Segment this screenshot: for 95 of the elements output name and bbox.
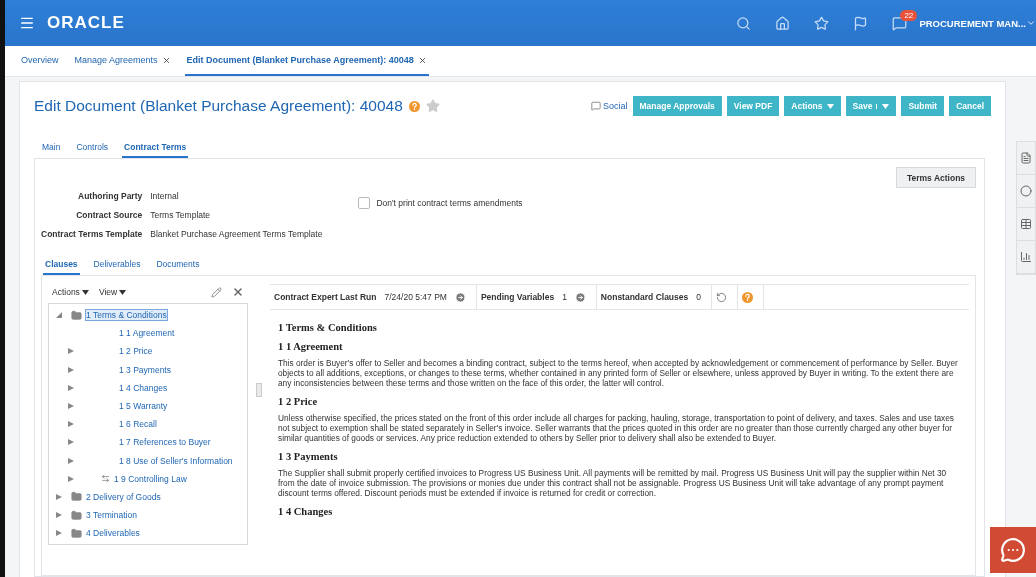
field-label: Authoring Party xyxy=(77,191,143,201)
star-icon[interactable] xyxy=(814,15,830,31)
chat-button[interactable] xyxy=(990,527,1036,573)
status-value: 0 xyxy=(696,292,701,302)
tree-item[interactable]: 3 Termination xyxy=(86,510,137,521)
section-tab[interactable]: Main xyxy=(40,138,63,158)
caret-icon[interactable] xyxy=(81,289,89,295)
clause-heading: 1 4 Changes xyxy=(278,506,334,517)
delete-icon[interactable] xyxy=(232,286,244,298)
expand-icon[interactable] xyxy=(68,421,74,428)
expand-icon[interactable] xyxy=(68,439,74,446)
folder-icon xyxy=(71,491,82,503)
folder-icon xyxy=(71,527,82,539)
tree-item[interactable]: 1 7 References to Buyer xyxy=(119,437,211,448)
section-tab[interactable]: Contract Terms xyxy=(122,138,189,158)
user-menu[interactable]: PROCUREMENT MAN... xyxy=(919,17,1026,29)
close-icon[interactable] xyxy=(161,55,171,65)
checkbox-label: Don't print contract terms amendments xyxy=(376,198,523,208)
clause-text: The Supplier shall submit properly certified invoices to Progress US Business Unit. All payments will be remitted by mail. Progress US Business Unit will pay the supplier within Net 30 from the date of invoice submission. The provisions or monies due under this contract shall not be assignable. Progress US Business Unit will take advantage of any prompt payment discount terms offered. Discount periods must be extended if invoice is returned for credit or correction. xyxy=(278,468,948,498)
field-value: Blanket Purchase Agreement Terms Template xyxy=(150,229,323,239)
menu-icon[interactable] xyxy=(19,15,35,31)
field-label: Contract Source xyxy=(75,210,143,220)
expand-icon[interactable] xyxy=(56,512,62,519)
clause-heading: 1 3 Payments xyxy=(278,451,339,462)
tree-item[interactable]: 1 Terms & Conditions xyxy=(86,310,167,321)
page-title: Edit Document (Blanket Purchase Agreement): 40048 xyxy=(34,97,403,115)
expand-icon[interactable] xyxy=(56,493,62,500)
clause-text: Unless otherwise specified, the prices stated on the front of this order include all charges for packing, hauling, storage, transportation to point of delivery, and taxes. Sales and use taxes not subject to exemption shall be stated separately in Seller's invoice. Seller warrants that the prices quoted in this order are no greater than those currently charged any other buyer for similar quantities of goods or services. Any price reduction extended to others by Seller prior to delivery shall also be extended to Buyer. xyxy=(278,413,955,443)
page-tab[interactable]: Manage Agreements xyxy=(72,46,173,76)
section-tab[interactable]: Controls xyxy=(74,138,111,158)
go-icon[interactable] xyxy=(454,291,466,303)
sub-tab[interactable]: Documents xyxy=(154,255,202,275)
tree-item[interactable]: 2 Delivery of Goods xyxy=(86,491,161,502)
terms-actions-button[interactable]: Terms Actions xyxy=(895,167,977,188)
status-label: Nonstandard Clauses xyxy=(600,292,689,302)
tree-item[interactable]: 1 3 Payments xyxy=(119,364,171,375)
document-icon[interactable] xyxy=(1020,152,1033,164)
field-value: Terms Template xyxy=(150,210,212,220)
collapse-handle[interactable] xyxy=(256,382,262,397)
clause-heading: 1 Terms & Conditions xyxy=(278,322,378,333)
folder-icon xyxy=(71,509,82,521)
search-icon[interactable] xyxy=(736,15,752,31)
expand-icon[interactable] xyxy=(68,348,74,355)
tree-item[interactable]: 4 Deliverables xyxy=(86,528,140,539)
star-icon[interactable] xyxy=(425,99,440,113)
tree-item[interactable]: 1 9 Controlling Law xyxy=(114,473,187,484)
expand-icon[interactable] xyxy=(68,457,74,464)
chat-icon xyxy=(591,101,601,111)
checkbox[interactable] xyxy=(358,197,371,209)
page-tab[interactable]: Overview xyxy=(19,46,61,76)
home-icon[interactable] xyxy=(775,15,791,31)
notification-count: 22 xyxy=(900,9,918,21)
field-value: Internal xyxy=(150,191,180,201)
close-icon[interactable] xyxy=(417,55,427,65)
status-value: 1 xyxy=(562,292,567,302)
table-icon[interactable] xyxy=(1020,218,1033,230)
sub-tab[interactable]: Clauses xyxy=(43,255,80,275)
clause-heading: 1 1 Agreement xyxy=(278,341,344,352)
expand-icon[interactable] xyxy=(68,475,74,482)
refresh-icon[interactable] xyxy=(716,291,727,303)
folder-icon xyxy=(71,309,82,321)
caret-icon[interactable] xyxy=(119,289,127,295)
expand-icon[interactable] xyxy=(68,384,74,391)
chat-icon xyxy=(1000,537,1026,563)
expand-icon[interactable] xyxy=(68,403,74,410)
field-label: Contract Terms Template xyxy=(41,229,143,239)
tree-item[interactable]: 1 4 Changes xyxy=(119,382,168,393)
bar-chart-icon[interactable] xyxy=(1020,251,1033,263)
tree-item[interactable]: 1 5 Warranty xyxy=(119,401,168,412)
logo: ORACLE xyxy=(47,13,125,33)
expand-icon[interactable] xyxy=(56,530,62,537)
circle-icon[interactable] xyxy=(1020,185,1033,197)
clause-text: This order is Buyer's offer to Seller and becomes a binding contract, subject to the terms hereof, when accepted by acknowledgement or commencement of performance by Seller. Buyer objects to all additions, exceptions, or changes to these terms, whether contained in any printed form of Seller or elsewhere, unless approved by Buyer in writing. To the extent there are any inconsistencies between these terms and those written on the face of this order, the latter will control. xyxy=(278,358,959,388)
collapse-icon[interactable] xyxy=(56,312,62,319)
go-icon[interactable] xyxy=(574,291,586,303)
page-tab[interactable]: Edit Document (Blanket Purchase Agreement): 40048 xyxy=(184,46,429,76)
social-link[interactable]: Social xyxy=(591,101,628,111)
tree-item[interactable]: 1 2 Price xyxy=(119,346,153,357)
chevron-icon[interactable] xyxy=(1026,18,1036,28)
help-icon[interactable] xyxy=(742,291,753,303)
status-value: 7/24/20 5:47 PM xyxy=(384,292,447,302)
status-label: Pending Variables xyxy=(480,292,555,302)
tree-item[interactable]: 1 6 Recall xyxy=(119,419,157,430)
view-menu[interactable]: View xyxy=(98,287,127,297)
actions-menu[interactable]: Actions xyxy=(52,287,89,297)
swap-icon xyxy=(101,474,110,484)
status-label: Contract Expert Last Run xyxy=(274,292,377,302)
clause-heading: 1 2 Price xyxy=(278,396,319,407)
help-icon[interactable] xyxy=(408,100,420,112)
sub-tab[interactable]: Deliverables xyxy=(91,255,143,275)
edit-icon[interactable] xyxy=(211,286,222,298)
tree-item[interactable]: 1 1 Agreement xyxy=(119,328,175,339)
flag-icon[interactable] xyxy=(853,15,869,31)
expand-icon[interactable] xyxy=(68,366,74,373)
tree-item[interactable]: 1 8 Use of Seller's Information xyxy=(119,455,233,466)
